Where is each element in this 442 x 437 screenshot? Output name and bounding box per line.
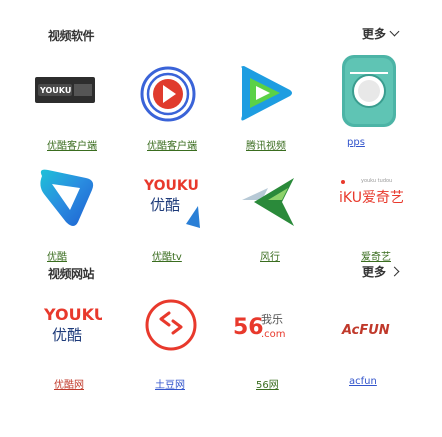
svg-text:56: 56 bbox=[233, 315, 264, 340]
funshion-icon[interactable] bbox=[238, 172, 300, 230]
acfun-icon[interactable]: AcFUN bbox=[340, 315, 400, 341]
svg-text:我乐: 我乐 bbox=[261, 313, 283, 326]
site-label-56[interactable]: 56网 bbox=[256, 376, 279, 391]
youku-tudou-logo-icon[interactable]: YOUKU 优酷 bbox=[140, 176, 206, 236]
section-title-video-software: 视频软件 bbox=[48, 29, 95, 43]
site-label-youku-tv[interactable]: 优酷tv bbox=[152, 248, 182, 263]
pps-icon[interactable] bbox=[340, 53, 398, 129]
youku-client-icon[interactable]: YOUKU bbox=[35, 77, 95, 103]
more-link-video-software[interactable]: 更多 bbox=[362, 25, 400, 42]
site-label-youku[interactable]: 优酷 bbox=[47, 248, 67, 263]
svg-text:youku tudou: youku tudou bbox=[361, 178, 392, 184]
app-label-pps[interactable]: pps bbox=[347, 137, 365, 148]
site-label-iqiyi[interactable]: 爱奇艺 bbox=[361, 248, 391, 263]
chevron-down-icon bbox=[389, 26, 400, 37]
svg-text:YOUKU: YOUKU bbox=[43, 305, 102, 324]
site-label-acfun[interactable]: acfun bbox=[349, 376, 377, 387]
svg-text:优酷: 优酷 bbox=[150, 196, 180, 214]
youku-logo-icon[interactable] bbox=[34, 164, 100, 230]
tencent-video-icon[interactable] bbox=[236, 64, 296, 122]
chevron-right-icon bbox=[389, 266, 400, 277]
svg-text:.com: .com bbox=[261, 329, 286, 340]
app-label-tencent-video[interactable]: 腾讯视频 bbox=[246, 137, 286, 152]
iqiyi-icon[interactable]: youku tudou iKU爱奇艺 bbox=[337, 172, 403, 224]
svg-text:优酷: 优酷 bbox=[52, 326, 82, 344]
svg-text:YOUKU: YOUKU bbox=[143, 178, 199, 194]
svg-text:AcFUN: AcFUN bbox=[341, 323, 390, 338]
youku-player-icon[interactable] bbox=[139, 65, 197, 123]
more-link-video-sites[interactable]: 更多 bbox=[362, 263, 400, 280]
tudou-icon[interactable] bbox=[143, 297, 199, 353]
site-label-tudou[interactable]: 土豆网 bbox=[155, 376, 185, 391]
app-label-youku-client[interactable]: 优酷客户端 bbox=[47, 137, 97, 152]
56-icon[interactable]: 56 我乐 .com bbox=[233, 310, 299, 346]
svg-text:iKU爱奇艺: iKU爱奇艺 bbox=[339, 189, 403, 206]
app-label-youku-player[interactable]: 优酷客户端 bbox=[147, 137, 197, 152]
section-title-video-sites: 视频网站 bbox=[48, 267, 95, 281]
site-label-funshion[interactable]: 风行 bbox=[260, 248, 280, 263]
site-label-youku-wang[interactable]: 优酷网 bbox=[54, 376, 84, 391]
svg-text:YOUKU: YOUKU bbox=[39, 86, 71, 95]
youku-wordmark-icon[interactable]: YOUKU 优酷 bbox=[42, 302, 102, 346]
